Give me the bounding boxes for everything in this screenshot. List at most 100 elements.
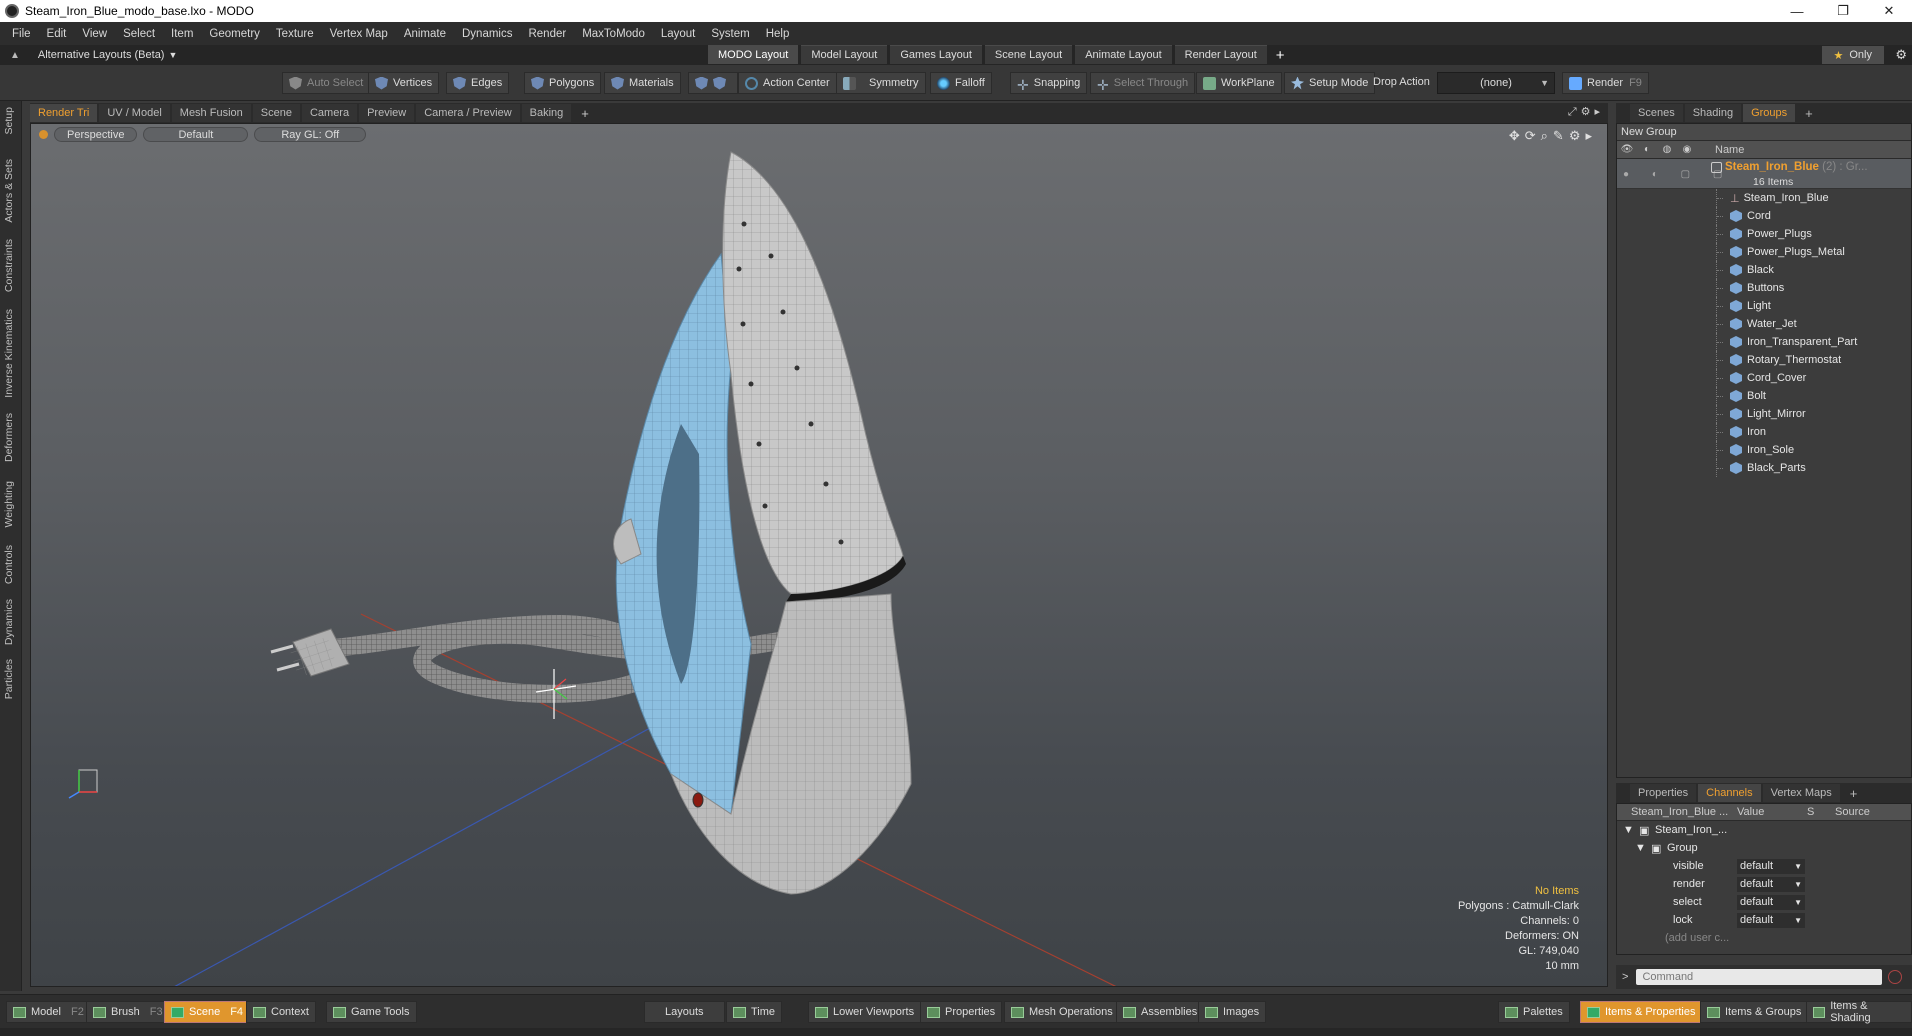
menu-system[interactable]: System [703, 28, 757, 40]
menu-render[interactable]: Render [520, 28, 574, 40]
tab-mesh-fusion[interactable]: Mesh Fusion [171, 104, 251, 122]
select-toggle-icon[interactable]: ◉ [1677, 144, 1697, 155]
tab-camera-preview[interactable]: Camera / Preview [416, 104, 520, 122]
polygons-button[interactable]: Polygons [524, 72, 602, 94]
channel-row[interactable]: visible default ▼ [1617, 857, 1911, 875]
channel-value-select[interactable]: default ▼ [1737, 894, 1805, 910]
left-tab-controls[interactable]: Controls [3, 545, 15, 584]
left-tab-weighting[interactable]: Weighting [3, 481, 15, 528]
list-item[interactable]: Iron_Transparent_Part [1617, 333, 1911, 351]
snapping-button[interactable]: ✛ Snapping [1010, 72, 1088, 94]
tab-animate-layout[interactable]: Animate Layout [1075, 45, 1172, 64]
tab-camera[interactable]: Camera [301, 104, 358, 122]
tab-render-tri[interactable]: Render Tri [30, 104, 98, 122]
shading-style-button[interactable]: Default [143, 127, 249, 142]
menu-animate[interactable]: Animate [396, 28, 454, 40]
add-viewport-tab-button[interactable]: + [573, 104, 597, 122]
restore-button[interactable]: ❐ [1820, 0, 1866, 22]
left-tab-setup[interactable]: Setup [3, 107, 15, 134]
list-item[interactable]: Black_Parts [1617, 459, 1911, 477]
auto-select-button[interactable]: Auto Select [282, 72, 371, 94]
only-toggle[interactable]: ★ Only [1821, 46, 1884, 64]
view-mode-button[interactable]: Perspective [54, 127, 138, 142]
drop-action-select[interactable]: (none) ▼ [1437, 72, 1555, 94]
menu-help[interactable]: Help [758, 28, 798, 40]
scene-mode-button[interactable]: Scene F4 [164, 1001, 251, 1023]
layouts-button[interactable]: Layouts [644, 1001, 725, 1023]
list-item[interactable]: Iron_Sole [1617, 441, 1911, 459]
minimize-button[interactable]: — [1774, 0, 1820, 22]
images-button[interactable]: Images [1198, 1001, 1267, 1023]
game-tools-button[interactable]: Game Tools [326, 1001, 417, 1023]
render-button[interactable]: Render F9 [1562, 72, 1649, 94]
tab-vertex-maps[interactable]: Vertex Maps [1762, 784, 1840, 802]
expand-arrow-icon[interactable]: ▼ [1623, 824, 1634, 836]
list-item[interactable]: Black [1617, 261, 1911, 279]
add-user-channel-row[interactable]: (add user c... [1617, 929, 1911, 947]
element-mode-buttons[interactable] [688, 72, 738, 94]
menu-vertex-map[interactable]: Vertex Map [322, 28, 396, 40]
tab-scenes[interactable]: Scenes [1630, 104, 1683, 122]
palettes-button[interactable]: Palettes [1498, 1001, 1570, 1023]
tab-preview[interactable]: Preview [359, 104, 415, 122]
add-channels-tab-button[interactable]: + [1842, 784, 1866, 802]
symmetry-button[interactable]: Symmetry [836, 72, 926, 94]
list-item[interactable]: Iron [1617, 423, 1911, 441]
properties-button[interactable]: Properties [920, 1001, 1003, 1023]
left-tab-dynamics[interactable]: Dynamics [3, 599, 15, 645]
channel-row[interactable]: lock default ▼ [1617, 911, 1911, 929]
tab-scene[interactable]: Scene [252, 104, 300, 122]
tab-modo-layout[interactable]: MODO Layout [708, 45, 799, 64]
viewport-options-icons[interactable]: ⤢⚙▸ [1568, 105, 1604, 119]
menu-maxtomodo[interactable]: MaxToModo [574, 28, 653, 40]
list-item[interactable]: Bolt [1617, 387, 1911, 405]
3d-viewport[interactable]: Perspective Default Ray GL: Off ✥⟳⌕✎⚙▸ N… [30, 123, 1608, 987]
close-button[interactable]: ✕ [1866, 0, 1912, 22]
new-group-button[interactable]: New Group [1617, 124, 1911, 141]
stop-icon[interactable] [1888, 970, 1903, 984]
channel-value-select[interactable]: default ▼ [1737, 858, 1805, 874]
channel-row[interactable]: select default ▼ [1617, 893, 1911, 911]
vertices-button[interactable]: Vertices [368, 72, 440, 94]
menu-item[interactable]: Item [163, 28, 201, 40]
channel-value-select[interactable]: default ▼ [1737, 912, 1805, 928]
channel-value-select[interactable]: default ▼ [1737, 876, 1805, 892]
falloff-button[interactable]: Falloff [930, 72, 992, 94]
alternative-layouts-dropdown[interactable]: ▲ Alternative Layouts (Beta) ▼ [0, 49, 177, 61]
list-item[interactable]: Rotary_Thermostat [1617, 351, 1911, 369]
tab-baking[interactable]: Baking [521, 104, 572, 122]
tab-model-layout[interactable]: Model Layout [801, 45, 888, 64]
edges-button[interactable]: Edges [446, 72, 510, 94]
action-center-button[interactable]: Action Center [738, 72, 837, 94]
viewport-status-icon[interactable] [39, 130, 48, 139]
menu-file[interactable]: File [4, 28, 39, 40]
tab-uv-model[interactable]: UV / Model [99, 104, 170, 122]
list-item[interactable]: Cord_Cover [1617, 369, 1911, 387]
channel-row[interactable]: render default ▼ [1617, 875, 1911, 893]
tab-render-layout[interactable]: Render Layout [1174, 45, 1267, 64]
setup-mode-button[interactable]: Setup Mode [1284, 72, 1376, 94]
context-button[interactable]: Context [246, 1001, 316, 1023]
left-tab-particles[interactable]: Particles [3, 659, 15, 699]
time-button[interactable]: Time [726, 1001, 783, 1023]
mesh-operations-button[interactable]: Mesh Operations [1004, 1001, 1120, 1023]
left-tab-constraints[interactable]: Constraints [3, 239, 15, 292]
viewport-navigation-icons[interactable]: ✥⟳⌕✎⚙▸ [1509, 128, 1597, 144]
left-tab-inverse-kinematics[interactable]: Inverse Kinematics [3, 309, 15, 398]
add-panel-tab-button[interactable]: + [1797, 104, 1821, 122]
tab-groups[interactable]: Groups [1743, 104, 1796, 122]
list-item[interactable]: Power_Plugs [1617, 225, 1911, 243]
left-tab-deformers[interactable]: Deformers [3, 413, 15, 462]
workplane-button[interactable]: WorkPlane [1196, 72, 1282, 94]
items-shading-button[interactable]: Items & Shading [1806, 1000, 1912, 1024]
list-item[interactable]: Cord [1617, 207, 1911, 225]
lock-icon[interactable]: ◍ [1657, 144, 1677, 155]
model-mode-button[interactable]: Model F2 [6, 1001, 91, 1023]
left-tab-actors-sets[interactable]: Actors & Sets [3, 159, 15, 223]
list-item[interactable]: Water_Jet [1617, 315, 1911, 333]
eye-icon[interactable]: 👁 [1617, 144, 1637, 155]
lower-viewports-button[interactable]: Lower Viewports [808, 1001, 922, 1023]
command-input[interactable]: Command [1636, 969, 1883, 985]
group-root-row[interactable]: ● ◐ ▢ ▢ Steam_Iron_Blue (2) : Gr... 16 I… [1617, 159, 1911, 189]
menu-view[interactable]: View [74, 28, 115, 40]
